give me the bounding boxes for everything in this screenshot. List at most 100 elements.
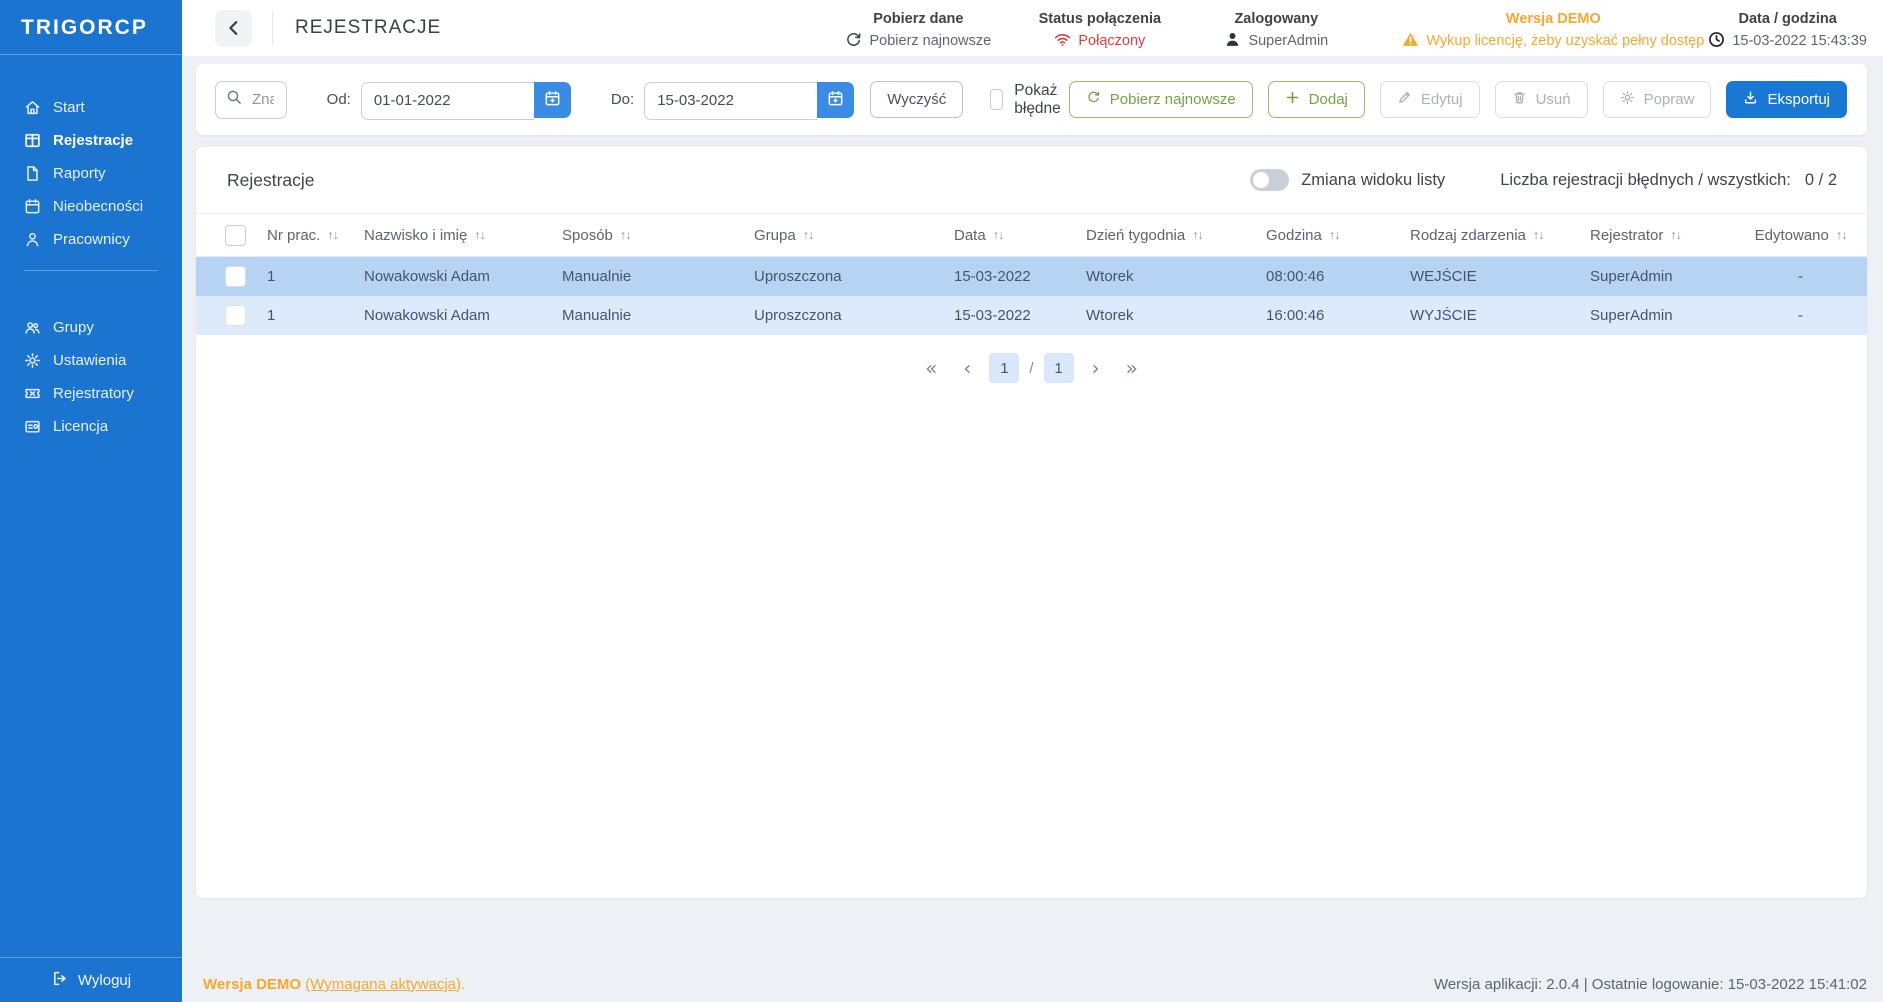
column-label: Rejestrator [1590, 227, 1663, 244]
cell-2: Nowakowski Adam [352, 268, 550, 285]
column-header-9[interactable]: Rejestrator ↑↓ [1578, 227, 1734, 244]
column-label: Edytowano [1755, 227, 1829, 244]
logout-icon [51, 970, 68, 991]
app-logo: TRIGORCP [0, 0, 182, 54]
show-errors-wrap: Pokaż błędne [990, 82, 1069, 118]
sidebar-item-grupy[interactable]: Grupy [0, 311, 182, 344]
connection-status-label: Status połączenia [1039, 11, 1161, 27]
column-header-5[interactable]: Data↑↓ [942, 227, 1074, 244]
date-to-group [644, 82, 854, 118]
sidebar-item-ustawienia[interactable]: Ustawienia [0, 344, 182, 377]
column-header-2[interactable]: Nazwisko i imię↑↓ [352, 227, 550, 244]
calendar-picker-icon [827, 90, 844, 110]
sidebar-item-label: Pracownicy [53, 231, 130, 248]
logout-button[interactable]: Wyloguj [0, 958, 182, 1002]
column-header-4[interactable]: Grupa↑↓ [742, 227, 942, 244]
sort-arrows-icon: ↑↓ [327, 228, 338, 242]
date-to-label: Do: [611, 91, 634, 108]
last-page-button[interactable]: » [1118, 354, 1146, 382]
back-button[interactable] [215, 10, 252, 47]
table-row[interactable]: 1Nowakowski AdamManualnieUproszczona15-0… [196, 296, 1867, 335]
cell-4: Uproszczona [742, 307, 942, 324]
sort-arrows-icon: ↑↓ [474, 228, 485, 242]
date-to-picker-button[interactable] [817, 82, 854, 118]
logged-user-label: Zalogowany [1234, 11, 1318, 27]
license-icon [24, 418, 41, 435]
delete-button: Usuń [1495, 81, 1588, 118]
activation-link[interactable]: (Wymagana aktywacja) [305, 976, 461, 993]
cell-8: WYJŚCIE [1398, 307, 1578, 324]
gear-icon [24, 352, 41, 369]
row-checkbox[interactable] [225, 305, 246, 326]
demo-version-group: Wersja DEMO Wykup licencję, żeby uzyskać… [1398, 11, 1708, 52]
cell-4: Uproszczona [742, 268, 942, 285]
row-checkbox[interactable] [225, 266, 246, 287]
column-label: Godzina [1266, 227, 1322, 244]
current-page-box[interactable]: 1 [989, 353, 1019, 383]
add-button[interactable]: Dodaj [1268, 81, 1365, 118]
sort-arrows-icon: ↑↓ [1836, 228, 1847, 242]
plus-icon [1285, 90, 1300, 109]
calendar-picker-icon [544, 90, 561, 110]
next-page-button[interactable]: › [1084, 354, 1108, 382]
sidebar-item-label: Licencja [53, 418, 108, 435]
fetch-data-label: Pobierz dane [873, 11, 963, 27]
demo-version-label: Wersja DEMO [1506, 11, 1601, 27]
column-header-3[interactable]: Sposób↑↓ [550, 227, 742, 244]
sidebar-item-licencja[interactable]: Licencja [0, 410, 182, 443]
sidebar-item-start[interactable]: Start [0, 91, 182, 124]
sidebar-nav: StartRejestracjeRaportyNieobecności Praco… [0, 55, 182, 443]
sidebar-item-pracownicy[interactable]: Pracownicy [0, 223, 182, 256]
sort-arrows-icon: ↑↓ [993, 228, 1004, 242]
select-all-checkbox[interactable] [225, 225, 246, 246]
column-header-8[interactable]: Rodzaj zdarzenia↑↓ [1398, 227, 1578, 244]
sidebar-item-raporty[interactable]: Raporty [0, 157, 182, 190]
cell-9: SuperAdmin [1578, 268, 1734, 285]
show-errors-checkbox[interactable] [990, 89, 1003, 110]
home-icon [24, 99, 41, 116]
sidebar-item-nieobecnosci[interactable]: Nieobecności [0, 190, 182, 223]
cell-1: 1 [255, 268, 352, 285]
column-header-1[interactable]: Nr prac.↑↓ [255, 227, 352, 244]
cell-5: 15-03-2022 [942, 307, 1074, 324]
date-to-input[interactable] [644, 82, 817, 120]
cell-7: 08:00:46 [1254, 268, 1398, 285]
column-header-6[interactable]: Dzień tygodnia↑↓ [1074, 227, 1254, 244]
sidebar-item-rejestracje[interactable]: Rejestracje [0, 124, 182, 157]
export-button[interactable]: Eksportuj [1726, 81, 1847, 118]
column-header-7[interactable]: Godzina↑↓ [1254, 227, 1398, 244]
fetch-latest-button[interactable]: Pobierz najnowsze [1069, 81, 1253, 118]
error-counter-value: 0 / 2 [1805, 171, 1837, 190]
sort-arrows-icon: ↑↓ [1670, 228, 1681, 242]
cell-7: 16:00:46 [1254, 307, 1398, 324]
list-view-toggle[interactable] [1250, 169, 1289, 191]
search-input[interactable] [250, 90, 276, 109]
prev-page-button[interactable]: ‹ [955, 354, 979, 382]
datetime-value: 15-03-2022 15:43:39 [1708, 31, 1867, 52]
table-row[interactable]: 1Nowakowski AdamManualnieUproszczona15-0… [196, 257, 1867, 296]
table-body: 1Nowakowski AdamManualnieUproszczona15-0… [196, 257, 1867, 335]
card-title: Rejestracje [227, 170, 315, 191]
first-page-button[interactable]: « [917, 354, 945, 382]
cell-9: SuperAdmin [1578, 307, 1734, 324]
header-status-groups: Pobierz dane Pobierz najnowsze Status po… [833, 5, 1883, 52]
show-errors-label: Pokaż błędne [1014, 82, 1069, 118]
connection-status-value: Połączony [1054, 31, 1145, 52]
fetch-latest-action[interactable]: Pobierz najnowsze [845, 31, 991, 52]
fix-button: Popraw [1603, 81, 1712, 118]
registrations-card: Rejestracje Zmiana widoku listy Liczba r… [196, 147, 1867, 898]
sidebar-item-rejestratory[interactable]: Rejestratory [0, 377, 182, 410]
column-label: Grupa [754, 227, 796, 244]
report-icon [24, 165, 41, 182]
column-header-10[interactable]: Edytowano ↑↓ [1734, 227, 1867, 244]
page-title: REJESTRACJE [295, 17, 441, 39]
date-from-group [361, 82, 571, 118]
date-from-picker-button[interactable] [534, 82, 571, 118]
footer-demo-notice: Wersja DEMO (Wymagana aktywacja). [203, 976, 465, 993]
date-from-input[interactable] [361, 82, 534, 120]
table-header-row: Nr prac.↑↓Nazwisko i imię↑↓Sposób↑↓Grupa… [196, 213, 1867, 257]
search-icon [226, 89, 242, 110]
clear-button[interactable]: Wyczyść [870, 81, 963, 118]
edit-button: Edytuj [1380, 81, 1480, 118]
error-counter-label: Liczba rejestracji błędnych / wszystkich… [1500, 171, 1791, 190]
